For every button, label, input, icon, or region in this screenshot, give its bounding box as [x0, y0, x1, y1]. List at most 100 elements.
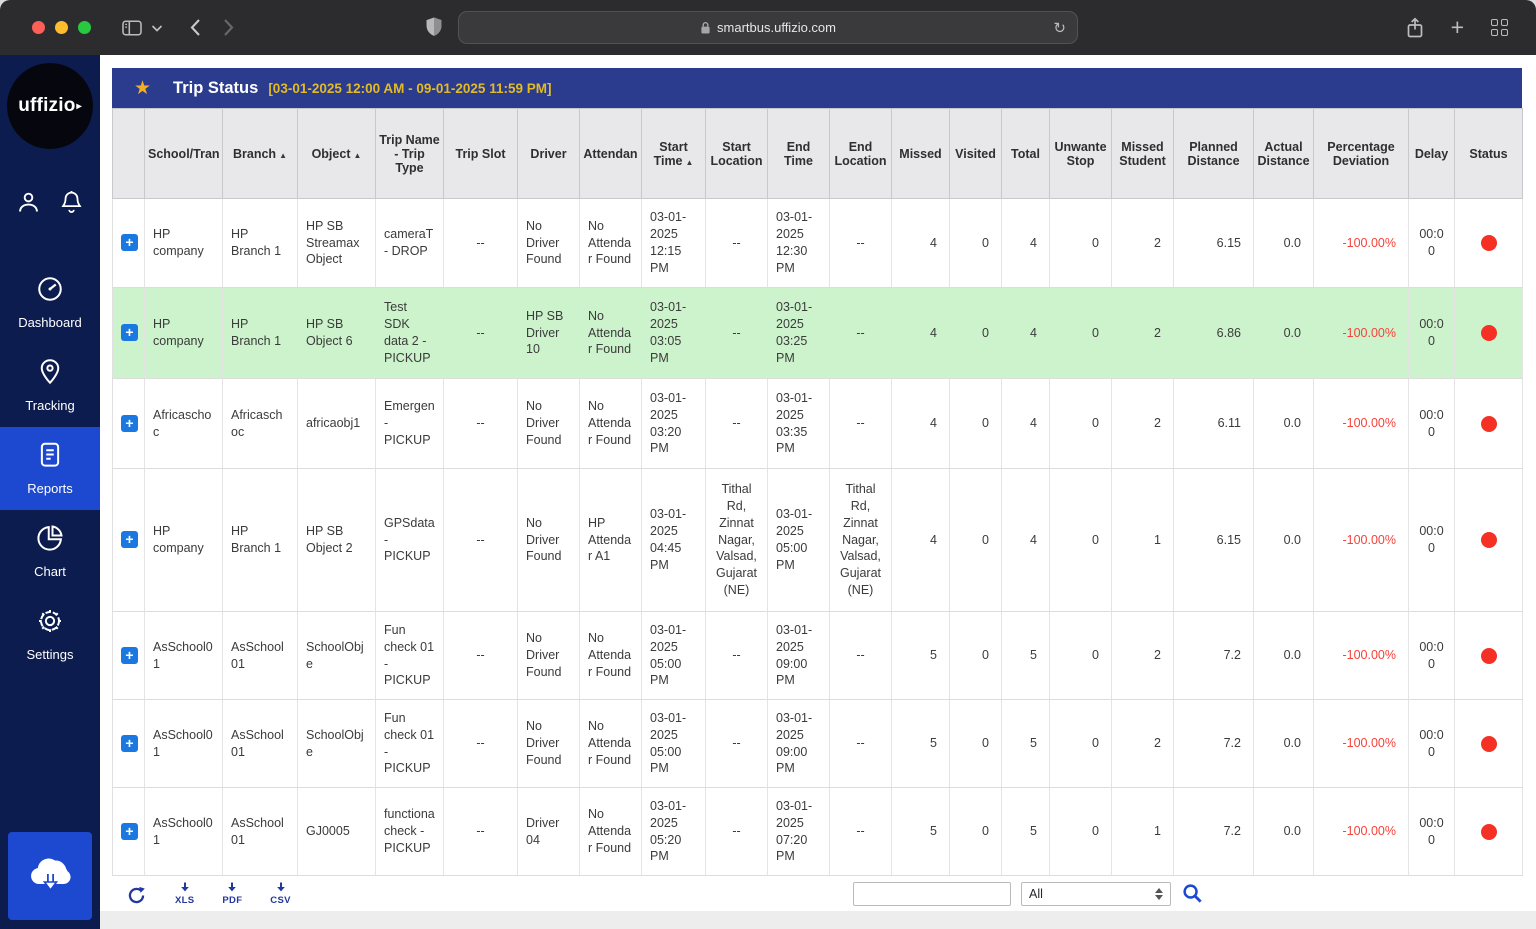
cell: 03-01-2025 05:00 PM — [768, 469, 830, 612]
filter-select[interactable]: All — [1021, 882, 1171, 906]
column-header-end-location[interactable]: End Location — [830, 109, 892, 199]
download-arrow-icon — [226, 881, 238, 896]
expand-row-button[interactable]: + — [121, 531, 138, 548]
cell: -- — [830, 379, 892, 469]
cell: 5 — [1002, 700, 1050, 788]
column-header-start-location[interactable]: Start Location — [706, 109, 768, 199]
cell: 00:00 — [1409, 700, 1455, 788]
cell: No Attendar Found — [580, 700, 642, 788]
search-input[interactable] — [853, 882, 1011, 906]
report-icon — [35, 440, 65, 475]
minimize-window-button[interactable] — [55, 21, 68, 34]
cell: -- — [444, 700, 518, 788]
column-header-attendan[interactable]: Attendan — [580, 109, 642, 199]
cell: -- — [706, 199, 768, 288]
refresh-button[interactable] — [126, 885, 147, 906]
cell: 0 — [1050, 788, 1112, 876]
column-header-planned-distance[interactable]: Planned Distance — [1174, 109, 1254, 199]
sidebar-toggle-icon[interactable] — [121, 19, 143, 37]
column-header-total[interactable]: Total — [1002, 109, 1050, 199]
filter-select-value: All — [1029, 887, 1043, 901]
column-header-delay[interactable]: Delay — [1409, 109, 1455, 199]
cell: 2 — [1112, 288, 1174, 379]
column-header-missed-student[interactable]: Missed Student — [1112, 109, 1174, 199]
cell: 03-01-2025 12:15 PM — [642, 199, 706, 288]
url-text: smartbus.uffizio.com — [717, 20, 836, 35]
expand-row-button[interactable]: + — [121, 324, 138, 341]
zoom-window-button[interactable] — [78, 21, 91, 34]
download-report-button[interactable] — [8, 832, 92, 920]
column-header-school-tran[interactable]: School/Tran▲ — [145, 109, 223, 199]
status-dot-red — [1481, 235, 1497, 251]
address-bar[interactable]: smartbus.uffizio.com ↻ — [458, 11, 1078, 44]
share-icon[interactable] — [1406, 17, 1424, 39]
expand-row-button[interactable]: + — [121, 415, 138, 432]
column-header-end-time[interactable]: End Time — [768, 109, 830, 199]
column-header-status[interactable]: Status — [1455, 109, 1523, 199]
reload-icon[interactable]: ↻ — [1053, 19, 1066, 37]
cell: -- — [706, 612, 768, 700]
sidebar-item-tracking[interactable]: Tracking — [0, 344, 100, 427]
cell: GJ0005 — [298, 788, 376, 876]
search-button[interactable] — [1181, 882, 1204, 905]
cell: HP company — [145, 469, 223, 612]
cell: 0 — [1050, 379, 1112, 469]
sidebar-item-dashboard[interactable]: Dashboard — [0, 261, 100, 344]
column-header-driver[interactable]: Driver — [518, 109, 580, 199]
tab-overview-icon[interactable] — [1491, 19, 1508, 36]
user-icon[interactable] — [15, 189, 42, 221]
expand-row-button[interactable]: + — [121, 234, 138, 251]
cell: -- — [706, 379, 768, 469]
sidebar-item-settings[interactable]: Settings — [0, 593, 100, 676]
cell: 4 — [892, 469, 950, 612]
column-header-trip-name-trip-type[interactable]: Trip Name - Trip Type — [376, 109, 444, 199]
cell: africaobj1 — [298, 379, 376, 469]
close-window-button[interactable] — [32, 21, 45, 34]
cell: HP Branch 1 — [223, 469, 298, 612]
forward-button[interactable] — [223, 18, 235, 37]
cell: 03-01-2025 12:30 PM — [768, 199, 830, 288]
column-header-object[interactable]: Object▲ — [298, 109, 376, 199]
back-button[interactable] — [189, 18, 201, 37]
column-header-percentage-deviation[interactable]: Percentage Deviation — [1314, 109, 1409, 199]
sidebar-item-label: Settings — [27, 647, 74, 662]
column-header-missed[interactable]: Missed — [892, 109, 950, 199]
cell: HP SB Streamax Object — [298, 199, 376, 288]
cell: Tithal Rd, Zinnat Nagar, Valsad, Gujarat… — [706, 469, 768, 612]
export-csv-button[interactable]: CSV — [270, 881, 290, 906]
cell: 00:00 — [1409, 379, 1455, 469]
column-header-actual-distance[interactable]: Actual Distance — [1254, 109, 1314, 199]
trip-status-table: School/Tran▲Branch▲Object▲Trip Name - Tr… — [112, 108, 1523, 876]
sidebar-item-reports[interactable]: Reports — [0, 427, 100, 510]
cell: AsSchool01 — [223, 612, 298, 700]
expand-row-button[interactable]: + — [121, 735, 138, 752]
cell: 00:00 — [1409, 288, 1455, 379]
column-header-visited[interactable]: Visited — [950, 109, 1002, 199]
cell: HP company — [145, 288, 223, 379]
privacy-shield-icon[interactable] — [425, 16, 443, 38]
cell: 03-01-2025 07:20 PM — [768, 788, 830, 876]
column-header-start-time[interactable]: Start Time▲ — [642, 109, 706, 199]
column-header-branch[interactable]: Branch▲ — [223, 109, 298, 199]
cell: 03-01-2025 04:45 PM — [642, 469, 706, 612]
export-xls-button[interactable]: XLS — [175, 881, 194, 906]
chevron-down-icon[interactable] — [151, 24, 163, 32]
cell: No Attendar Found — [580, 788, 642, 876]
column-header-unwante-stop[interactable]: Unwante Stop — [1050, 109, 1112, 199]
favorite-star-icon[interactable]: ★ — [134, 77, 151, 100]
cell: 03-01-2025 05:00 PM — [642, 700, 706, 788]
cell: AsSchool01 — [145, 612, 223, 700]
expand-row-button[interactable]: + — [121, 647, 138, 664]
bell-icon[interactable] — [58, 189, 85, 221]
cell: -100.00% — [1314, 199, 1409, 288]
status-dot-red — [1481, 736, 1497, 752]
export-label: CSV — [270, 895, 290, 906]
export-pdf-button[interactable]: PDF — [222, 881, 242, 906]
sidebar-item-chart[interactable]: Chart — [0, 510, 100, 593]
expand-cell: + — [113, 288, 145, 379]
expand-row-button[interactable]: + — [121, 823, 138, 840]
column-header-trip-slot[interactable]: Trip Slot — [444, 109, 518, 199]
cell: Africaschoc — [145, 379, 223, 469]
lock-icon — [700, 21, 711, 35]
new-tab-button[interactable]: + — [1451, 16, 1464, 39]
